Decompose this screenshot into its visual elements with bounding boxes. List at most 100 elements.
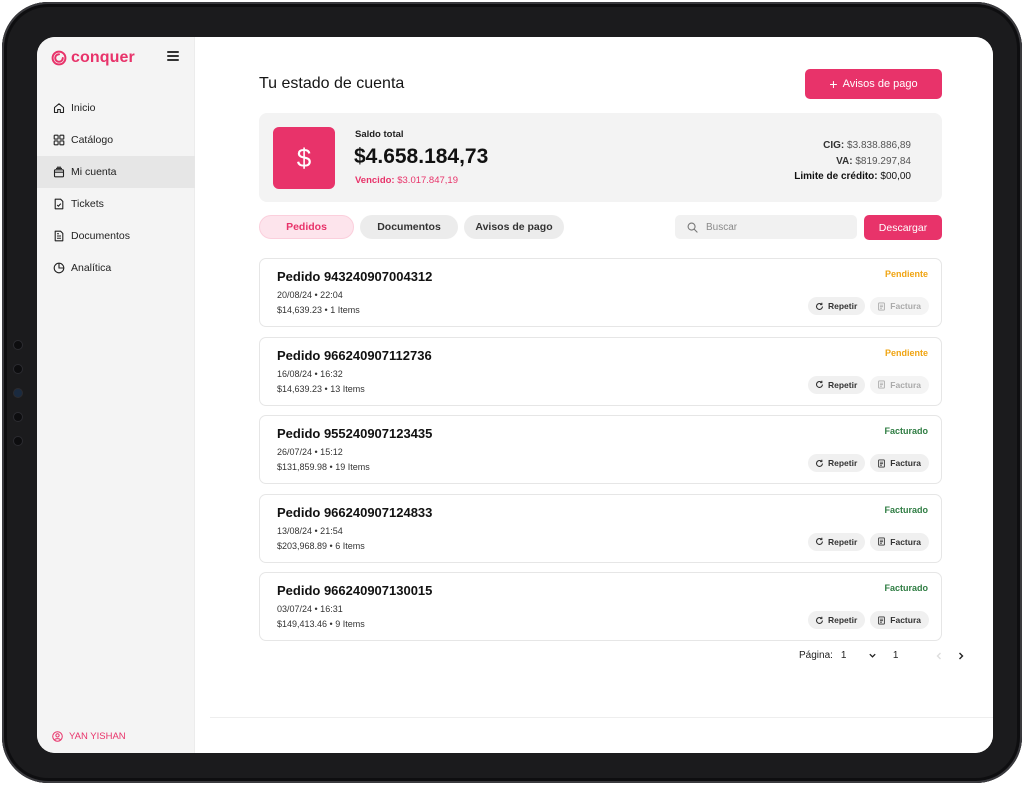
repeat-button[interactable]: Repetir: [807, 611, 866, 629]
device-sensor: [13, 340, 23, 350]
order-title: Pedido 966240907130015: [277, 583, 433, 598]
sidebar-item-catalogo[interactable]: Catálogo: [37, 124, 195, 156]
credit-limit-value: $00,00: [880, 171, 911, 182]
va-value: $819.297,84: [855, 155, 911, 167]
device-sensor: [13, 436, 23, 446]
repeat-button[interactable]: Repetir: [807, 532, 866, 551]
sidebar-item-label: Inicio: [71, 102, 96, 114]
plus-icon: +: [829, 76, 838, 92]
document-icon: [53, 230, 65, 242]
page-select[interactable]: 1: [841, 650, 877, 661]
brand-logo[interactable]: conquer: [51, 47, 181, 69]
sidebar-item-inicio[interactable]: Inicio: [37, 92, 195, 124]
refresh-icon: [815, 380, 823, 388]
balance-label: Saldo total: [355, 129, 404, 140]
invoice-label: Factura: [890, 615, 921, 625]
order-date: 16/08/24 • 16:32: [277, 368, 343, 379]
status-badge: Pendiente: [884, 347, 928, 358]
credit-summary: CIG: $3.838.886,89 VA: $819.297,84 Limit…: [794, 138, 911, 185]
order-date: 03/07/24 • 16:31: [277, 604, 343, 614]
order-card[interactable]: Pedido 966240907130015 03/07/24 • 16:31 …: [259, 572, 942, 641]
refresh-icon: [815, 537, 823, 545]
next-page-icon[interactable]: [956, 651, 966, 661]
pagination: Página: 1 1: [799, 650, 966, 661]
order-title: Pedido 966240907124833: [277, 504, 433, 520]
refresh-icon: [815, 616, 823, 624]
invoice-button[interactable]: Factura: [870, 297, 929, 315]
prev-page-icon[interactable]: [934, 651, 944, 661]
status-badge: Facturado: [884, 504, 928, 515]
sidebar: conquer Inicio Catálogo Mi cuenta Ticket…: [37, 37, 195, 753]
order-actions: Repetir Factura: [803, 611, 929, 629]
device-sensor: [13, 364, 23, 374]
order-date: 13/08/24 • 21:54: [277, 525, 343, 536]
repeat-button[interactable]: Repetir: [807, 297, 866, 315]
sidebar-item-documentos[interactable]: Documentos: [37, 220, 195, 252]
order-card[interactable]: Pedido 955240907123435 26/07/24 • 15:12 …: [259, 415, 942, 484]
invoice-label: Factura: [890, 301, 921, 311]
credit-limit-row: Limite de crédito: $00,00: [794, 169, 911, 185]
device-camera: [13, 388, 23, 398]
invoice-icon: [878, 380, 886, 389]
descargar-button[interactable]: Descargar: [864, 215, 942, 240]
cig-label: CIG:: [823, 140, 845, 151]
invoice-icon: [878, 301, 886, 311]
status-badge: Pendiente: [884, 269, 928, 279]
va-row: VA: $819.297,84: [794, 154, 911, 170]
refresh-icon: [815, 302, 823, 310]
search-input[interactable]: [706, 221, 846, 233]
pie-chart-icon: [53, 262, 65, 274]
invoice-button[interactable]: Factura: [870, 375, 929, 394]
sidebar-item-analitica[interactable]: Analítica: [37, 252, 195, 284]
divider: [210, 717, 993, 718]
invoice-button[interactable]: Factura: [870, 454, 929, 472]
balance-card: $ Saldo total $4.658.184,73 Vencido: $3.…: [259, 113, 942, 202]
invoice-icon: [878, 615, 886, 625]
invoice-button[interactable]: Factura: [870, 611, 929, 629]
tab-bar: Pedidos Documentos Avisos de pago: [259, 215, 570, 239]
invoice-button[interactable]: Factura: [870, 532, 929, 551]
repeat-button[interactable]: Repetir: [807, 375, 866, 394]
avisos-de-pago-label: Avisos de pago: [842, 78, 918, 90]
repeat-label: Repetir: [827, 379, 858, 390]
order-actions: Repetir Factura: [803, 297, 929, 315]
order-card[interactable]: Pedido 966240907112736 16/08/24 • 16:32 …: [259, 336, 942, 406]
menu-toggle-icon[interactable]: [167, 51, 179, 61]
order-actions: Repetir Factura: [803, 375, 929, 394]
main-content: Tu estado de cuenta + Avisos de pago $ S…: [195, 37, 993, 753]
invoice-icon: [878, 537, 886, 546]
order-meta: $149,413.46 • 9 Items: [277, 619, 365, 629]
brand-name: conquer: [71, 49, 135, 66]
repeat-button[interactable]: Repetir: [807, 454, 866, 472]
status-badge: Facturado: [884, 426, 928, 436]
sidebar-item-label: Catálogo: [71, 134, 114, 146]
order-actions: Repetir Factura: [803, 454, 929, 472]
credit-limit-label: Limite de crédito:: [794, 171, 878, 182]
tab-pedidos[interactable]: Pedidos: [259, 215, 354, 239]
order-title: Pedido 943240907004312: [277, 269, 433, 284]
order-card[interactable]: Pedido 966240907124833 13/08/24 • 21:54 …: [259, 493, 942, 563]
status-badge: Facturado: [884, 583, 928, 593]
search-icon: [687, 222, 698, 233]
repeat-label: Repetir: [827, 458, 858, 468]
sidebar-item-label: Mi cuenta: [71, 166, 117, 178]
order-title: Pedido 966240907112736: [277, 347, 432, 363]
avisos-de-pago-button[interactable]: + Avisos de pago: [805, 69, 942, 99]
invoice-label: Factura: [890, 379, 921, 390]
orders-list: Pedido 943240907004312 20/08/24 • 22:04 …: [259, 258, 942, 651]
chevron-down-icon: [869, 653, 876, 658]
page-select-value: 1: [840, 650, 847, 661]
user-profile[interactable]: YAN YISHAN: [52, 731, 126, 742]
tab-avisos-de-pago[interactable]: Avisos de pago: [464, 215, 564, 239]
overdue-value: $3.017.847,19: [397, 175, 458, 186]
dollar-icon: $: [273, 127, 335, 189]
overdue-label: Vencido:: [355, 175, 395, 186]
search-box: [675, 215, 857, 239]
ticket-icon: [53, 198, 65, 210]
sidebar-item-tickets[interactable]: Tickets: [37, 188, 195, 220]
tab-documentos[interactable]: Documentos: [360, 215, 458, 239]
page-title: Tu estado de cuenta: [259, 75, 405, 92]
sidebar-item-mi-cuenta[interactable]: Mi cuenta: [37, 156, 195, 188]
order-card[interactable]: Pedido 943240907004312 20/08/24 • 22:04 …: [259, 258, 942, 327]
repeat-label: Repetir: [827, 301, 858, 311]
